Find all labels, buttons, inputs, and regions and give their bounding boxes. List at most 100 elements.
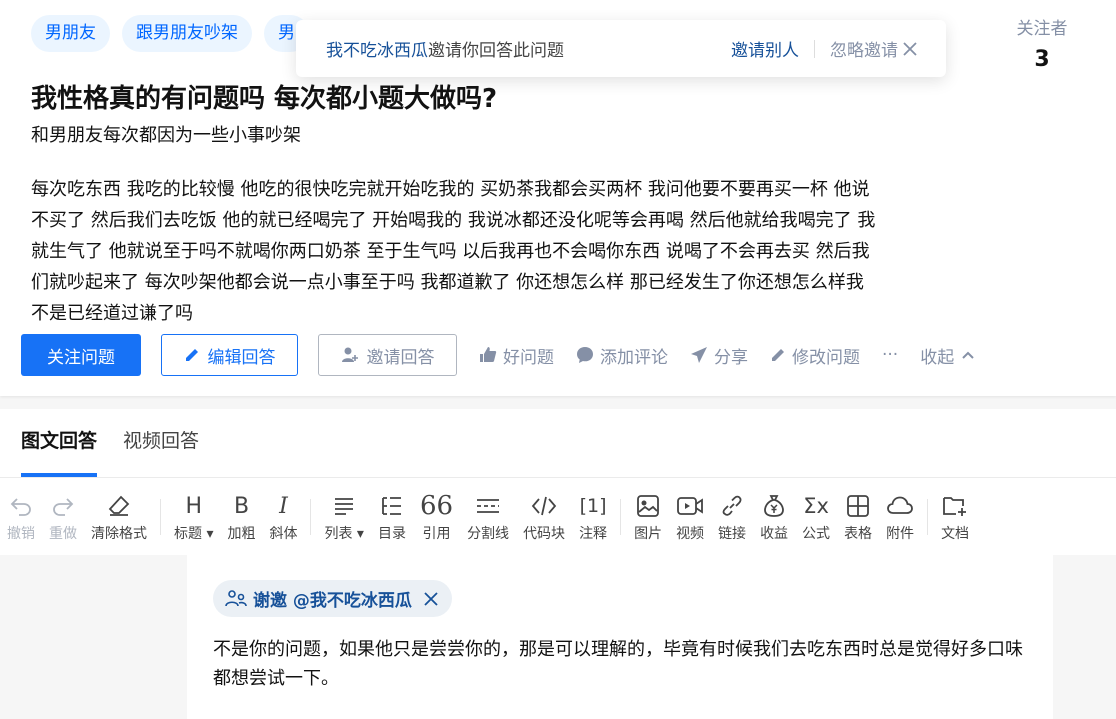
- toolbar-divider: [620, 499, 622, 535]
- folder-plus-icon: [942, 491, 968, 521]
- toolbar-divider: [927, 499, 929, 535]
- formula-button[interactable]: Σx 公式: [795, 491, 837, 553]
- invite-answer-button[interactable]: 邀请回答: [318, 334, 457, 376]
- comment-icon: [577, 347, 593, 363]
- image-button[interactable]: 图片: [627, 491, 669, 553]
- share-button[interactable]: 分享: [690, 343, 748, 368]
- image-icon: [636, 491, 660, 521]
- invite-others-link[interactable]: 邀请别人: [731, 36, 799, 61]
- list-button[interactable]: 列表 ▾: [317, 491, 370, 553]
- clear-format-label: 清除格式: [91, 526, 147, 542]
- divider-button[interactable]: 分割线: [460, 491, 516, 553]
- attachment-label: 附件: [886, 526, 915, 542]
- toc-icon: [380, 491, 404, 521]
- table-button[interactable]: 表格: [837, 491, 879, 553]
- divider-label: 分割线: [467, 526, 510, 542]
- edit-answer-button[interactable]: 编辑回答: [161, 334, 298, 376]
- italic-label: 斜体: [269, 526, 298, 542]
- add-comment-button[interactable]: 添加评论: [576, 343, 668, 368]
- code-icon: [531, 491, 557, 521]
- clear-format-button[interactable]: 清除格式: [84, 491, 154, 553]
- undo-button[interactable]: 撤销: [0, 491, 42, 553]
- list-icon: [332, 491, 356, 521]
- toolbar-divider: [160, 499, 161, 535]
- more-button[interactable]: ···: [882, 345, 898, 365]
- topic-tag[interactable]: 跟男朋友吵架: [122, 15, 252, 52]
- income-label: 收益: [760, 526, 789, 542]
- bold-button[interactable]: B 加粗: [220, 491, 262, 553]
- quote-icon: 66: [419, 491, 454, 521]
- good-question-label: 好问题: [503, 347, 554, 368]
- divider: [814, 39, 815, 58]
- collapse-button[interactable]: 收起: [920, 343, 976, 368]
- footnote-icon: [1]: [579, 495, 607, 517]
- edit-answer-label: 编辑回答: [207, 347, 276, 368]
- money-bag-icon: [762, 491, 786, 521]
- question-actions: 关注问题 编辑回答 邀请回答 好问题 添加评论 分享 修改问题 ··· 收起: [21, 334, 976, 376]
- italic-icon: I: [279, 493, 288, 519]
- footnote-label: 注释: [579, 526, 608, 542]
- undo-icon: [9, 491, 33, 521]
- link-icon: [720, 491, 744, 521]
- image-label: 图片: [634, 526, 663, 542]
- answer-tabs: 图文回答 视频回答: [21, 409, 199, 477]
- redo-label: 重做: [49, 526, 77, 542]
- video-icon: [676, 491, 704, 521]
- topic-list: 男朋友 跟男朋友吵架 男: [31, 15, 309, 52]
- followers-count-box[interactable]: 关注者 3: [1010, 14, 1074, 72]
- invite-answer-label: 邀请回答: [366, 347, 435, 368]
- toc-label: 目录: [377, 526, 406, 542]
- heading-label: 标题: [174, 526, 202, 542]
- close-icon[interactable]: [424, 591, 438, 606]
- inviter-name[interactable]: 我不吃冰西瓜: [326, 36, 428, 61]
- question-title: 我性格真的有问题吗 每次都小题大做吗?: [31, 84, 498, 114]
- invite-message: 邀请你回答此问题: [428, 41, 564, 61]
- document-button[interactable]: 文档: [934, 491, 976, 553]
- add-comment-label: 添加评论: [600, 347, 668, 368]
- thumbs-up-icon: [480, 347, 497, 362]
- question-subtitle: 和男朋友每次都因为一些小事吵架: [31, 125, 301, 146]
- quote-button[interactable]: 66 引用: [413, 491, 460, 553]
- heading-icon: H: [185, 493, 203, 519]
- table-label: 表格: [844, 526, 873, 542]
- code-block-button[interactable]: 代码块: [516, 491, 572, 553]
- follow-question-button[interactable]: 关注问题: [21, 334, 141, 376]
- income-button[interactable]: 收益: [753, 491, 795, 553]
- document-label: 文档: [941, 526, 970, 542]
- undo-label: 撤销: [7, 526, 35, 542]
- heading-button[interactable]: H 标题 ▾: [167, 491, 220, 553]
- sigma-icon: Σx: [803, 494, 829, 518]
- link-button[interactable]: 链接: [711, 491, 753, 553]
- redo-button[interactable]: 重做: [42, 491, 84, 553]
- add-user-icon: [341, 347, 358, 362]
- video-button[interactable]: 视频: [669, 491, 711, 553]
- caret-down-icon: ▾: [352, 526, 364, 542]
- chevron-up-icon: [962, 351, 974, 359]
- share-label: 分享: [714, 347, 748, 368]
- toolbar-divider: [310, 499, 312, 535]
- video-label: 视频: [676, 526, 705, 542]
- answer-editor[interactable]: 谢邀 @我不吃冰西瓜 不是你的问题，如果他只是尝尝你的，那是可以理解的，毕竟有时…: [187, 555, 1053, 719]
- ignore-invite-button[interactable]: 忽略邀请: [830, 36, 918, 61]
- question-card: 男朋友 跟男朋友吵架 男 我不吃冰西瓜 邀请你回答此问题 邀请别人 忽略邀请 关…: [0, 0, 1116, 396]
- italic-button[interactable]: I 斜体: [262, 491, 304, 553]
- footnote-button[interactable]: [1] 注释: [572, 491, 614, 553]
- thanks-invite-tag[interactable]: 谢邀 @我不吃冰西瓜: [213, 580, 452, 617]
- edit-question-button[interactable]: 修改问题: [770, 343, 860, 368]
- good-question-button[interactable]: 好问题: [479, 343, 554, 368]
- question-body: 每次吃东西 我吃的比较慢 他吃的很快吃完就开始吃我的 买奶茶我都会买两杯 我问他…: [31, 179, 876, 324]
- invite-people-icon: [225, 589, 247, 606]
- thanks-invite-label: 谢邀 @我不吃冰西瓜: [253, 591, 412, 611]
- attachment-button[interactable]: 附件: [879, 491, 921, 553]
- eraser-icon: [107, 491, 131, 521]
- formula-label: 公式: [802, 526, 831, 542]
- tab-text-answer[interactable]: 图文回答: [21, 409, 98, 477]
- toc-button[interactable]: 目录: [371, 491, 413, 553]
- tab-video-answer[interactable]: 视频回答: [123, 409, 199, 477]
- pencil-icon: [772, 349, 784, 361]
- editor-toolbar: 撤销 重做 清除格式 H 标题 ▾ B 加粗 I 斜体 列表 ▾ 目录 66 引…: [0, 491, 1116, 553]
- cloud-icon: [886, 491, 914, 521]
- topic-tag[interactable]: 男朋友: [31, 15, 110, 52]
- answer-text[interactable]: 不是你的问题，如果他只是尝尝你的，那是可以理解的，毕竟有时候我们去吃东西时总是觉…: [213, 635, 1033, 693]
- invite-popup: 我不吃冰西瓜 邀请你回答此问题 邀请别人 忽略邀请: [296, 20, 946, 77]
